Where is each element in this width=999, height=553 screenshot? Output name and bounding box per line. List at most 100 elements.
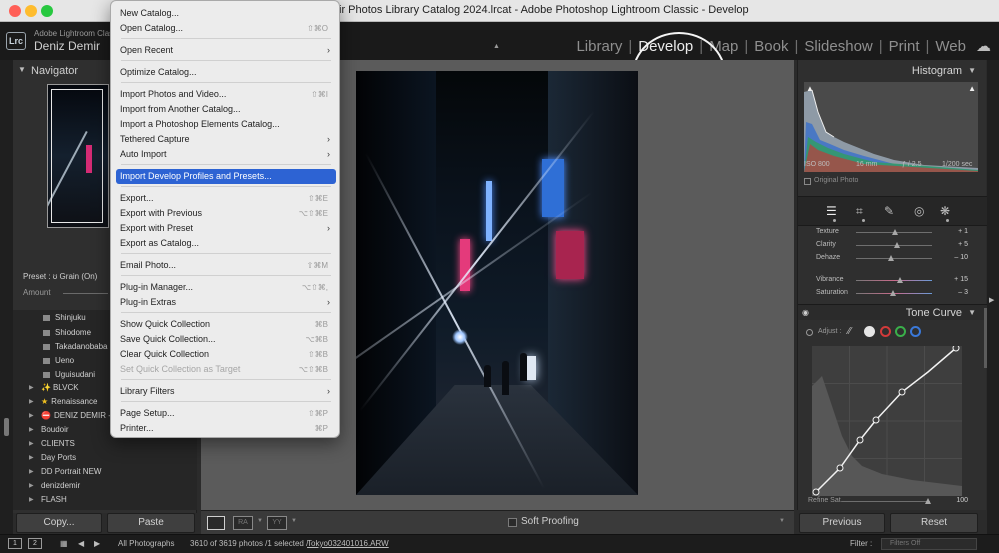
current-filename[interactable]: Tokyo032401016.ARW xyxy=(307,539,389,548)
copy-settings-button[interactable]: Copy... xyxy=(16,513,102,533)
crop-icon[interactable]: ⌗ xyxy=(856,204,863,219)
module-web[interactable]: Web xyxy=(935,38,966,55)
list-item[interactable]: DD Portrait NEW xyxy=(41,467,101,476)
texture-slider[interactable] xyxy=(856,229,932,235)
saturation-value[interactable]: – 3 xyxy=(958,289,968,296)
parametric-curve-icon[interactable]: ⁄⁄ xyxy=(848,326,851,337)
expand-triangle-icon[interactable]: ▶ xyxy=(29,384,34,391)
expand-triangle-icon[interactable]: ▶ xyxy=(29,398,34,405)
list-item[interactable]: Boudoir xyxy=(41,425,69,434)
healing-bandage-icon[interactable]: ✎ xyxy=(884,204,894,218)
collapse-top-panel-icon[interactable]: ▲ xyxy=(493,43,500,50)
grid-view-icon[interactable]: ▦ xyxy=(60,539,68,548)
paste-settings-button[interactable]: Paste xyxy=(107,513,195,533)
preset-label[interactable]: Preset : ʊ Grain (On) xyxy=(23,272,97,281)
green-channel-icon[interactable] xyxy=(895,326,906,337)
shadow-clipping-icon[interactable]: ▲ xyxy=(806,84,814,93)
navigator-view-frame[interactable] xyxy=(51,89,103,223)
chevron-down-icon[interactable]: ▼ xyxy=(291,518,297,524)
module-book[interactable]: Book xyxy=(754,38,788,55)
dehaze-slider[interactable] xyxy=(856,255,932,261)
list-item[interactable]: denizdemir xyxy=(41,481,80,490)
tone-curve-title[interactable]: Tone Curve xyxy=(906,307,962,319)
refine-saturation-slider[interactable] xyxy=(842,498,931,504)
list-item[interactable]: Shiodome xyxy=(43,328,91,337)
slider-thumb[interactable] xyxy=(890,290,896,296)
expand-triangle-icon[interactable]: ▶ xyxy=(29,440,34,447)
menu-item-export-catalog[interactable]: Export as Catalog... xyxy=(116,236,336,251)
zoom-window-button[interactable] xyxy=(41,5,53,17)
clarity-value[interactable]: + 5 xyxy=(958,241,968,248)
secondary-window-button[interactable]: 2 xyxy=(28,538,42,549)
original-photo-checkbox[interactable] xyxy=(804,178,811,185)
close-window-button[interactable] xyxy=(9,5,21,17)
expand-triangle-icon[interactable]: ▶ xyxy=(29,412,34,419)
red-eye-icon[interactable]: ◎ xyxy=(914,204,924,218)
main-photo[interactable] xyxy=(356,71,638,495)
list-item[interactable]: FLASH xyxy=(41,495,67,504)
menu-item-email-photo[interactable]: Email Photo... ⇧⌘M xyxy=(116,258,336,273)
minimize-window-button[interactable] xyxy=(25,5,37,17)
collapse-triangle-icon[interactable]: ▼ xyxy=(968,308,976,317)
expand-triangle-icon[interactable]: ▶ xyxy=(29,482,34,489)
menu-item-export-previous[interactable]: Export with Previous ⌥⇧⌘E xyxy=(116,206,336,221)
menu-item-export[interactable]: Export... ⇧⌘E xyxy=(116,191,336,206)
list-item[interactable]: CLIENTS xyxy=(41,439,75,448)
left-panel-handle[interactable] xyxy=(4,418,9,436)
slider-thumb[interactable] xyxy=(888,255,894,261)
chevron-down-icon[interactable]: ▼ xyxy=(257,518,263,524)
list-item[interactable]: Takadanobaba xyxy=(43,342,108,351)
menu-item-optimize-catalog[interactable]: Optimize Catalog... xyxy=(116,65,336,80)
edit-sliders-icon[interactable]: ☰ xyxy=(826,204,837,218)
menu-item-clear-quick-collection[interactable]: Clear Quick Collection ⇧⌘B xyxy=(116,347,336,362)
tone-curve-graph[interactable] xyxy=(812,346,962,496)
previous-button[interactable]: Previous xyxy=(799,513,885,533)
rgb-channel-icon[interactable] xyxy=(864,326,875,337)
menu-item-show-quick-collection[interactable]: Show Quick Collection ⌘B xyxy=(116,317,336,332)
expand-triangle-icon[interactable]: ▶ xyxy=(29,496,34,503)
menu-item-tethered-capture[interactable]: Tethered Capture › xyxy=(116,132,336,147)
toolbar-options-icon[interactable]: ▼ xyxy=(779,518,785,524)
saturation-slider[interactable] xyxy=(856,290,932,296)
filter-select[interactable]: Filters Off xyxy=(881,538,977,550)
vibrance-slider[interactable] xyxy=(856,277,932,283)
menu-item-save-quick-collection[interactable]: Save Quick Collection... ⌥⌘B xyxy=(116,332,336,347)
histogram-title[interactable]: Histogram xyxy=(912,65,962,77)
slider-thumb[interactable] xyxy=(897,277,903,283)
menu-item-open-catalog[interactable]: Open Catalog... ⇧⌘O xyxy=(116,21,336,36)
main-window-button[interactable]: 1 xyxy=(8,538,22,549)
slider-thumb[interactable] xyxy=(892,229,898,235)
menu-item-import-catalog[interactable]: Import from Another Catalog... xyxy=(116,102,336,117)
menu-item-library-filters[interactable]: Library Filters › xyxy=(116,384,336,399)
soft-proofing-checkbox[interactable] xyxy=(508,518,517,527)
before-after-swap-button[interactable]: YY xyxy=(267,516,287,530)
expand-triangle-icon[interactable]: ▶ xyxy=(29,468,34,475)
expand-triangle-icon[interactable]: ▶ xyxy=(29,426,34,433)
menu-item-open-recent[interactable]: Open Recent › xyxy=(116,43,336,58)
module-slideshow[interactable]: Slideshow xyxy=(804,38,872,55)
module-print[interactable]: Print xyxy=(889,38,920,55)
list-item[interactable]: ✨ BLVCK xyxy=(41,383,79,392)
menu-item-plugin-extras[interactable]: Plug-in Extras › xyxy=(116,295,336,310)
list-item[interactable]: ⛔ DENIZ DEMIR - N xyxy=(41,411,119,420)
menu-item-auto-import[interactable]: Auto Import › xyxy=(116,147,336,162)
menu-item-export-preset[interactable]: Export with Preset › xyxy=(116,221,336,236)
forward-arrow-icon[interactable]: ▶ xyxy=(94,539,100,548)
clarity-slider[interactable] xyxy=(856,242,932,248)
refine-saturation-value[interactable]: 100 xyxy=(956,497,968,504)
menu-item-import-elements[interactable]: Import a Photoshop Elements Catalog... xyxy=(116,117,336,132)
reset-button[interactable]: Reset xyxy=(890,513,978,533)
blue-channel-icon[interactable] xyxy=(910,326,921,337)
texture-value[interactable]: + 1 xyxy=(958,228,968,235)
histogram[interactable]: ▲ ▲ xyxy=(804,82,978,172)
module-library[interactable]: Library xyxy=(576,38,622,55)
loupe-view-icon[interactable] xyxy=(207,516,225,530)
highlight-clipping-icon[interactable]: ▲ xyxy=(968,84,976,93)
menu-item-printer[interactable]: Printer... ⌘P xyxy=(116,421,336,436)
menu-item-new-catalog[interactable]: New Catalog... xyxy=(116,6,336,21)
cloud-sync-icon[interactable]: ☁ xyxy=(976,37,991,55)
eye-icon[interactable]: ◉ xyxy=(802,308,809,317)
navigator-preview[interactable] xyxy=(47,84,109,228)
expand-triangle-icon[interactable]: ▶ xyxy=(29,454,34,461)
expand-right-panel-icon[interactable]: ▶ xyxy=(989,296,994,304)
